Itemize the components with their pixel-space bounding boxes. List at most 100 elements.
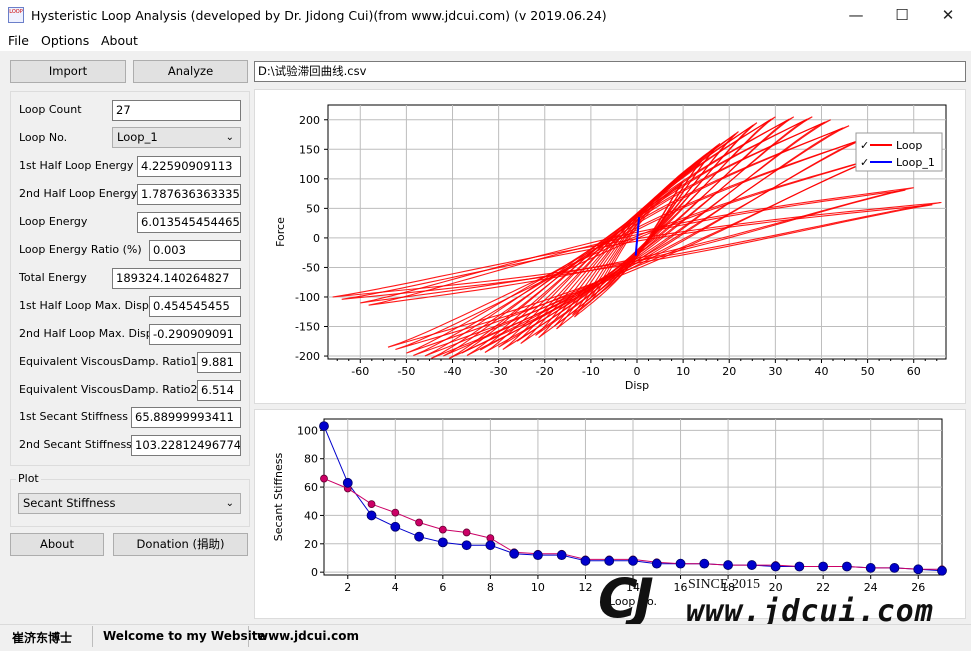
x-tick-label: -20 <box>536 365 554 378</box>
x-tick-label: 24 <box>864 581 878 594</box>
y-tick-label: 150 <box>299 143 320 156</box>
x-tick-label: 40 <box>814 365 828 378</box>
jdcui-logo: CJ <box>598 567 654 630</box>
y-tick-label: 100 <box>297 424 318 437</box>
loop-count-field[interactable]: 27 <box>112 100 241 121</box>
about-button[interactable]: About <box>10 533 104 556</box>
first-half-energy-label: 1st Half Loop Energy <box>19 159 134 172</box>
x-tick-label: 4 <box>392 581 399 594</box>
eq-damp2-field[interactable]: 6.514 <box>197 380 241 401</box>
menu-file[interactable]: File <box>8 33 29 48</box>
y-tick-label: -50 <box>302 261 320 274</box>
data-point <box>675 558 686 569</box>
total-energy-field[interactable]: 189324.140264827 <box>112 268 241 289</box>
data-point <box>746 560 757 570</box>
loop-no-select[interactable]: Loop_1 ⌄ <box>112 127 241 148</box>
data-point <box>367 500 376 508</box>
x-tick-label: 16 <box>674 581 688 594</box>
total-energy-label: Total Energy <box>19 271 87 284</box>
data-point <box>462 528 471 537</box>
data-point <box>699 558 710 569</box>
x-tick-label: 0 <box>634 365 641 378</box>
maximize-button[interactable]: ☐ <box>879 0 925 31</box>
analyze-button[interactable]: Analyze <box>133 60 248 83</box>
plot-group-label: Plot <box>16 472 41 485</box>
menu-about[interactable]: About <box>101 33 138 48</box>
legend-checkbox-icon: ✓ <box>860 139 869 152</box>
y-axis-label: Secant Stiffness <box>272 453 285 542</box>
status-site-link[interactable]: www.jdcui.com <box>257 629 359 643</box>
menu-bar <box>0 31 971 51</box>
file-path-field[interactable]: D:\试验滞回曲线.csv <box>254 61 966 82</box>
data-point <box>366 510 377 521</box>
loop-count-label: Loop Count <box>19 103 82 116</box>
first-secant-label: 1st Secant Stiffness <box>19 410 128 423</box>
data-point <box>461 540 472 551</box>
status-author: 崔济东博士 <box>12 631 73 645</box>
x-axis-label: Disp <box>625 379 649 392</box>
first-half-max-disp-field[interactable]: 0.454545455 <box>149 296 241 317</box>
loop-no-label: Loop No. <box>19 131 68 144</box>
loop-energy-field[interactable]: 6.013545454465 <box>137 212 241 233</box>
y-tick-label: 50 <box>306 202 320 215</box>
data-point <box>604 555 615 566</box>
plot-type-value: Secant Stiffness <box>23 496 116 510</box>
import-button[interactable]: Import <box>10 60 126 83</box>
y-tick-label: 60 <box>304 481 318 494</box>
plot-type-select[interactable]: Secant Stiffness ⌄ <box>18 493 241 514</box>
data-point <box>651 558 662 569</box>
data-point <box>913 564 924 575</box>
second-half-energy-label: 2nd Half Loop Energy <box>19 187 138 200</box>
second-half-max-disp-field[interactable]: -0.290909091 <box>149 324 241 345</box>
x-tick-label: 12 <box>578 581 592 594</box>
y-tick-label: 20 <box>304 538 318 551</box>
second-secant-field[interactable]: 103.228124967741 <box>131 435 241 456</box>
first-half-max-disp-label: 1st Half Loop Max. Disp <box>19 299 149 312</box>
data-point <box>794 561 805 572</box>
close-button[interactable]: ✕ <box>925 0 971 31</box>
loop-no-value: Loop_1 <box>117 130 158 144</box>
hysteresis-chart: -60 -50 -40 -30 -20 -10 0 10 20 30 40 50 60-200-150-… <box>274 104 947 392</box>
data-point <box>889 563 900 573</box>
data-point <box>865 563 876 573</box>
watermark-since: SINCE 2015 <box>688 577 760 592</box>
y-tick-label: 80 <box>304 453 318 466</box>
data-point <box>415 518 423 527</box>
second-half-max-disp-label: 2nd Half Loop Max. Disp <box>19 327 153 340</box>
minimize-button[interactable]: — <box>833 0 879 31</box>
x-tick-label: 30 <box>768 365 782 378</box>
second-half-energy-field[interactable]: 1.787636363335 <box>137 184 241 205</box>
eq-damp2-label: Equivalent ViscousDamp. Ratio2 (%) <box>19 383 221 396</box>
data-point <box>320 474 328 483</box>
x-tick-label: 2 <box>344 581 351 594</box>
y-tick-label: -100 <box>295 291 320 304</box>
data-point <box>533 550 543 561</box>
y-tick-label: -150 <box>295 321 320 334</box>
loop-energy-ratio-label: Loop Energy Ratio (%) <box>19 243 142 256</box>
x-tick-label: 20 <box>722 365 736 378</box>
eq-damp1-field[interactable]: 9.881 <box>197 352 241 373</box>
eq-damp1-label: Equivalent ViscousDamp. Ratio1 (%) <box>19 355 221 368</box>
second-secant-label: 2nd Secant Stiffness <box>19 438 132 451</box>
menu-options[interactable]: Options <box>41 33 89 48</box>
data-point <box>437 537 448 548</box>
data-point <box>390 521 401 532</box>
donation-button[interactable]: Donation (捐助) <box>113 533 248 556</box>
y-tick-label: 100 <box>299 173 320 186</box>
legend-checkbox-icon: ✓ <box>860 156 869 169</box>
y-tick-label: 0 <box>311 566 318 579</box>
loop-energy-ratio-field[interactable]: 0.003 <box>149 240 241 261</box>
data-point <box>842 561 852 572</box>
x-tick-label: 60 <box>907 365 921 378</box>
first-secant-field[interactable]: 65.88999993411 <box>131 407 241 428</box>
app-icon: LOOP <box>8 7 24 23</box>
x-tick-label: 22 <box>816 581 830 594</box>
data-point <box>414 531 424 542</box>
x-tick-label: -60 <box>351 365 369 378</box>
x-tick-label: -50 <box>397 365 415 378</box>
data-point <box>818 561 829 572</box>
status-separator <box>248 626 249 647</box>
chevron-down-icon: ⌄ <box>225 132 234 143</box>
window-title: Hysteristic Loop Analysis (developed by … <box>31 8 607 23</box>
first-half-energy-field[interactable]: 4.22590909113 <box>137 156 241 177</box>
